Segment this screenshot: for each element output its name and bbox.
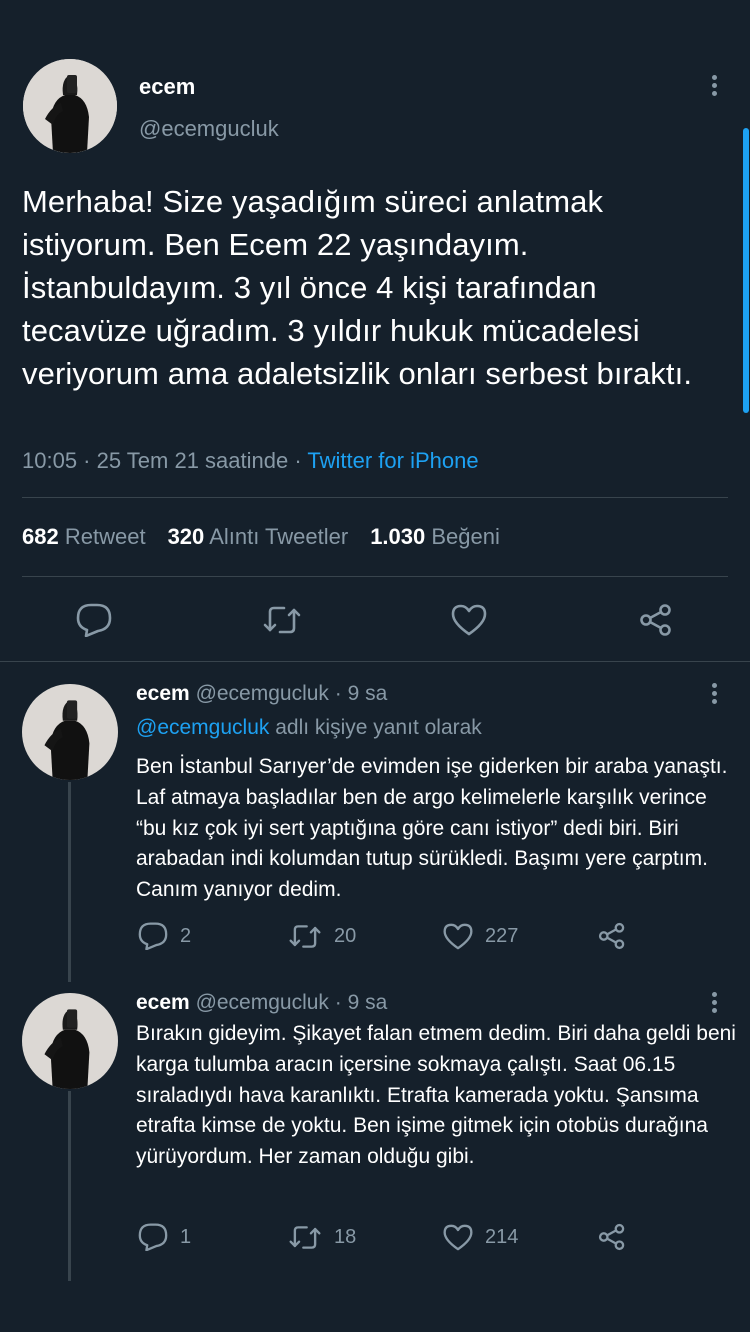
author-handle[interactable]: @ecemgucluk — [196, 991, 329, 1014]
avatar-photo — [22, 684, 118, 780]
reply-button[interactable]: 1 — [138, 1223, 191, 1251]
avatar[interactable] — [23, 59, 117, 153]
reply-time: · 9 sa — [328, 682, 388, 705]
retweet-icon[interactable] — [262, 604, 302, 636]
tweet-source-link[interactable]: Twitter for iPhone — [307, 448, 478, 473]
reply-time: · 9 sa — [328, 991, 388, 1014]
like-icon[interactable] — [451, 604, 487, 636]
like-button[interactable]: 214 — [443, 1224, 518, 1251]
avatar[interactable] — [22, 684, 118, 780]
reply-header: ecem @ecemgucluk · 9 sa — [136, 991, 387, 1015]
avatar[interactable] — [22, 993, 118, 1089]
divider — [22, 576, 728, 577]
share-icon[interactable] — [638, 603, 674, 637]
tweet-meta: 10:05 · 25 Tem 21 saatinde · Twitter for… — [22, 448, 479, 474]
avatar-photo — [22, 993, 118, 1089]
share-icon[interactable] — [597, 922, 639, 950]
author-name[interactable]: ecem — [136, 991, 190, 1014]
scrollbar[interactable] — [743, 128, 749, 413]
like-count: 214 — [485, 1226, 519, 1248]
retweet-count[interactable]: 682 Retweet — [22, 524, 146, 549]
author-handle[interactable]: @ecemgucluk — [139, 116, 279, 142]
like-count: 227 — [485, 925, 519, 947]
reply-count: 1 — [180, 1225, 192, 1248]
author-name[interactable]: ecem — [136, 682, 190, 705]
like-count[interactable]: 1.030 Beğeni — [370, 524, 500, 549]
reply-text: Ben İstanbul Sarıyer’de evimden işe gide… — [136, 755, 728, 902]
avatar-photo — [23, 59, 117, 153]
quote-count[interactable]: 320 Alıntı Tweetler — [168, 524, 349, 549]
retweet-count: 18 — [334, 1226, 357, 1248]
replying-to: @ecemgucluk adlı kişiye yanıt olarak — [136, 716, 482, 739]
replying-to-handle[interactable]: @ecemgucluk — [136, 716, 269, 739]
retweet-button[interactable]: 20 — [288, 923, 356, 950]
tweet-stats: 682 Retweet 320 Alıntı Tweetler 1.030 Beğe… — [22, 524, 500, 550]
reply-icon[interactable] — [76, 603, 112, 637]
more-options-icon[interactable] — [712, 992, 717, 1016]
retweet-count: 20 — [334, 925, 357, 947]
thread-line — [68, 782, 71, 982]
more-options-icon[interactable] — [712, 683, 717, 707]
divider — [22, 497, 728, 498]
author-name[interactable]: ecem — [139, 74, 195, 100]
tweet-text: Merhaba! Size yaşadığım süreci anlatmak … — [22, 184, 693, 391]
reply-button[interactable]: 2 — [138, 922, 191, 950]
divider — [0, 661, 750, 662]
tweet-timestamp: 10:05 · 25 Tem 21 saatinde · — [22, 448, 308, 473]
author-handle[interactable]: @ecemgucluk — [196, 682, 329, 705]
reply-text: Bırakın gideyim. Şikayet falan etmem ded… — [136, 1022, 736, 1169]
share-icon[interactable] — [597, 1223, 639, 1251]
more-options-icon[interactable] — [712, 75, 717, 99]
retweet-button[interactable]: 18 — [288, 1224, 356, 1251]
like-button[interactable]: 227 — [443, 923, 518, 950]
reply-header: ecem @ecemgucluk · 9 sa — [136, 682, 387, 706]
reply-count: 2 — [180, 924, 192, 947]
thread-line — [68, 1091, 71, 1281]
